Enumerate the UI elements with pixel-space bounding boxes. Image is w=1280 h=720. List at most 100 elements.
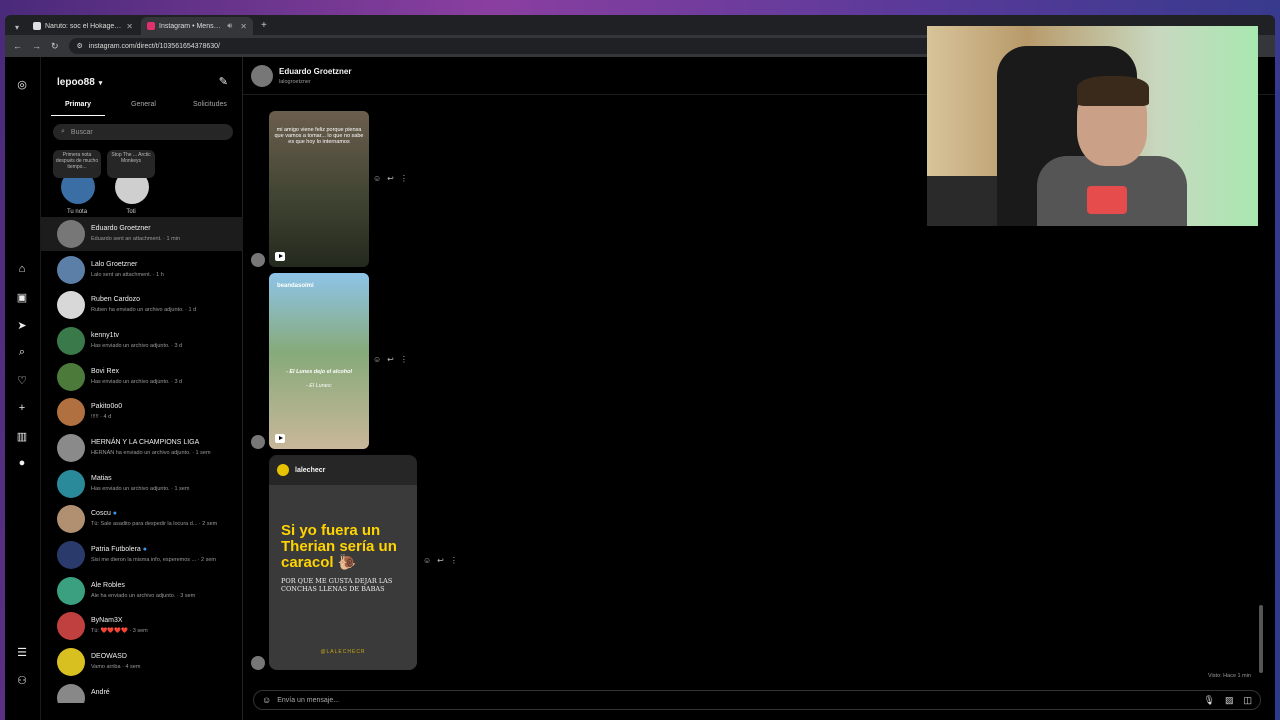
conversation-item[interactable]: DEOWASD Vamo arriba · 4 sem (41, 645, 243, 679)
note-name: Toti (126, 209, 136, 215)
conversation-preview: Has enviado un archivo adjunto. · 3 d (91, 379, 183, 385)
conversation-item[interactable]: Matias Has enviado un archivo adjunto. ·… (41, 467, 243, 501)
tab-requests[interactable]: Solicitudes (193, 101, 227, 108)
conversation-preview: Vamo arriba · 4 sem (91, 664, 141, 670)
also-from-meta-icon[interactable]: ⚇ (15, 673, 29, 687)
avatar (57, 577, 85, 605)
react-icon[interactable]: ☺ (423, 556, 431, 565)
conversation-preview: Has enviado un archivo adjunto. · 3 d (91, 343, 183, 349)
avatar (57, 220, 85, 248)
note-item[interactable]: Stop The ... Arctic Monkeys Toti (107, 150, 155, 220)
more-icon[interactable]: ⋮ (450, 556, 458, 565)
reel-caption: mi amigo viene feliz porque piensa que v… (274, 127, 364, 145)
conversation-preview: Tú: Sale asadito para despedir la locura… (91, 521, 218, 527)
account-username: lepoo88 (57, 77, 95, 88)
new-message-icon[interactable]: ✎ (219, 75, 228, 88)
more-icon[interactable]: ⋮ (400, 174, 408, 183)
conversation-item[interactable]: HERNÁN Y LA CHAMPIONS LIGA HERNÁN ha env… (41, 431, 243, 465)
avatar (57, 398, 85, 426)
conversation-item[interactable]: Patria Futbolera ● Sisi me dieron la mis… (41, 538, 243, 572)
reply-icon[interactable]: ↩ (437, 556, 444, 565)
search-icon[interactable]: ⌕ (15, 345, 29, 359)
site-info-icon[interactable]: ⚙ (77, 42, 83, 50)
shared-reel[interactable]: beandasolmi - El Lunes dejo el alcohol -… (269, 273, 369, 449)
dashboard-icon[interactable]: ▥ (15, 429, 29, 443)
tab-naruto[interactable]: Naruto: soc el Hokage del strea... ✕ (27, 17, 139, 35)
conversation-item[interactable]: Bovi Rex Has enviado un archivo adjunto.… (41, 360, 243, 394)
message-actions: ☺ ↩ ⋮ (373, 174, 408, 183)
close-tab-icon[interactable]: ✕ (126, 22, 133, 31)
conversation-item[interactable]: ByNam3X Tú: ❤️❤️❤️❤️ · 3 sem (41, 609, 243, 643)
nav-rail: ◎ ⌂ ▣ ➤ ⌕ ♡ + ▥ ● ☰ ⚇ (5, 57, 41, 720)
conversation-preview: Ruben ha enviado un archivo adjunto. · 1… (91, 307, 197, 313)
avatar (251, 656, 265, 670)
shared-reel[interactable]: mi amigo viene feliz porque piensa que v… (269, 111, 369, 267)
back-icon[interactable]: ← (13, 41, 22, 51)
conversation-item[interactable]: Eduardo Groetzner Eduardo sent an attach… (41, 217, 243, 251)
note-item[interactable]: Primera nota después de mucho tiempo... … (53, 150, 101, 220)
conversation-item[interactable]: Coscu ● Tú: Sale asadito para despedir l… (41, 502, 243, 536)
instagram-logo-icon[interactable]: ◎ (15, 77, 29, 91)
conversation-preview: Ale ha enviado un archivo adjunto. · 3 s… (91, 593, 196, 599)
forward-icon[interactable]: → (32, 41, 41, 51)
conversation-name: Bovi Rex (91, 368, 120, 375)
url-text: instagram.com/direct/t/103561654378630/ (88, 42, 220, 50)
more-icon[interactable]: ⋮ (400, 355, 408, 364)
conversation-name: Ale Robles (91, 582, 125, 589)
create-icon[interactable]: + (15, 401, 29, 415)
conversation-item[interactable]: Lalo Groetzner Lalo sent an attachment. … (41, 253, 243, 287)
conversation-name: Eduardo Groetzner (91, 225, 151, 232)
message-input[interactable]: ☺ Envía un mensaje... 🎙︎ ▨ ◫ (253, 690, 1261, 710)
tab-instagram[interactable]: Instagram • Mensajes 🔊︎ ✕ (141, 17, 253, 35)
webcam-microphone (1087, 186, 1127, 214)
reload-icon[interactable]: ↻ (51, 41, 59, 52)
tab-primary[interactable]: Primary (65, 101, 91, 108)
notifications-heart-icon[interactable]: ♡ (15, 373, 29, 387)
tab-search-icon[interactable]: ▾ (9, 19, 25, 35)
microphone-icon[interactable]: 🎙︎ (1204, 695, 1215, 706)
account-switcher[interactable]: lepoo88 ▾ (57, 77, 102, 88)
avatar (57, 363, 85, 391)
image-icon[interactable]: ▨ (1225, 695, 1234, 706)
chat-contact-name: Eduardo Groetzner (279, 67, 352, 76)
reply-icon[interactable]: ↩ (387, 355, 394, 364)
post-header: lalechecr (269, 455, 417, 485)
conversation-item[interactable]: Ale Robles Ale ha enviado un archivo adj… (41, 574, 243, 608)
react-icon[interactable]: ☺ (373, 174, 381, 183)
chat-scrollbar[interactable] (1259, 605, 1263, 673)
shared-post[interactable]: lalechecr Si yo fuera un Therian sería u… (269, 455, 417, 670)
verified-badge-icon: ● (142, 546, 147, 553)
new-tab-button[interactable]: + (255, 17, 273, 35)
profile-icon[interactable]: ● (15, 456, 29, 470)
conversation-item[interactable]: André (41, 681, 243, 703)
conversation-item[interactable]: kenny1tv Has enviado un archivo adjunto.… (41, 324, 243, 358)
conversation-name: ByNam3X (91, 617, 123, 624)
reel-icon (275, 434, 285, 443)
close-tab-icon[interactable]: ✕ (240, 22, 247, 31)
tab-general[interactable]: General (131, 101, 156, 108)
conversation-name-text: Coscu (91, 510, 111, 517)
conversation-preview: Lalo sent an attachment. · 1 h (91, 272, 164, 278)
conversation-preview: !!!!! · 4 d (91, 414, 112, 420)
note-bubble: Primera nota después de mucho tiempo... (53, 150, 101, 178)
reel-icon (275, 252, 285, 261)
react-icon[interactable]: ☺ (373, 355, 381, 364)
avatar (57, 291, 85, 319)
sticker-icon[interactable]: ◫ (1243, 695, 1252, 706)
webcam-person-hair (1077, 76, 1149, 106)
messages-icon[interactable]: ➤ (15, 318, 29, 332)
avatar (57, 541, 85, 569)
chevron-down-icon: ▾ (98, 79, 103, 87)
menu-icon[interactable]: ☰ (15, 645, 29, 659)
reel-caption: - El Lunes: (305, 383, 333, 389)
reply-icon[interactable]: ↩ (387, 174, 394, 183)
conversation-item[interactable]: Ruben Cardozo Ruben ha enviado un archiv… (41, 288, 243, 322)
search-input[interactable]: ⌕ Buscar (53, 124, 233, 140)
active-tab-underline (51, 115, 105, 116)
emoji-icon[interactable]: ☺ (262, 695, 271, 705)
conversation-item[interactable]: Pakito0o0 !!!!! · 4 d (41, 395, 243, 429)
post-subtitle: POR QUE ME GUSTA DEJAR LAS CONCHAS LLENA… (281, 577, 393, 593)
home-icon[interactable]: ⌂ (15, 262, 29, 276)
reels-icon[interactable]: ▣ (15, 290, 29, 304)
address-bar[interactable]: ⚙ instagram.com/direct/t/103561654378630… (68, 38, 949, 54)
